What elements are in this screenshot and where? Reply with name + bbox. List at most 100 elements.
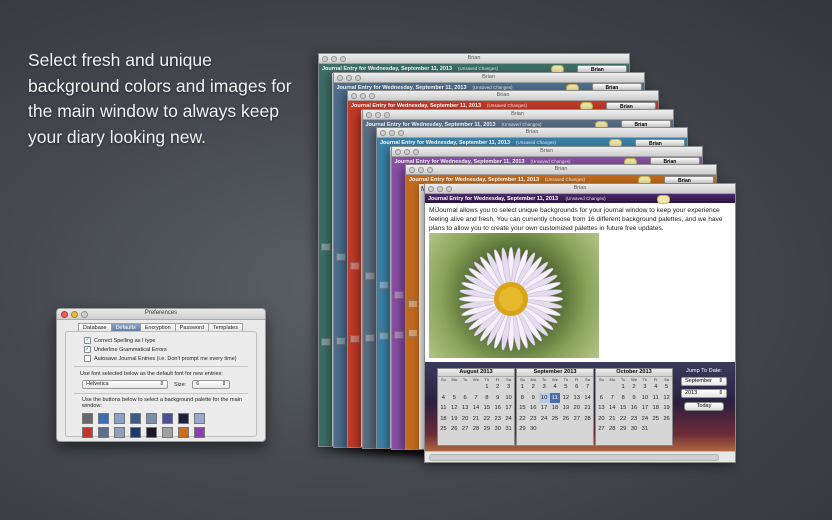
calendar-day[interactable]: 1	[481, 382, 492, 393]
sidebar-button[interactable]	[393, 330, 404, 339]
calendar-day[interactable]: 30	[492, 424, 503, 435]
calendar-august[interactable]: August 2013 Su Mo Tu We Th Fr Sa 1 2 3 4 5 6 7 8 9 10 11…	[437, 368, 515, 446]
calendar-day[interactable]: 7	[582, 382, 593, 393]
calendar-day[interactable]: 10	[639, 393, 650, 404]
jump-year-select[interactable]: 2013 ⇕	[681, 389, 727, 398]
calendar-day[interactable]: 11	[549, 392, 561, 403]
calendar-day[interactable]: 26	[661, 414, 672, 425]
palette-swatch[interactable]	[98, 413, 109, 424]
sidebar-button[interactable]	[408, 329, 418, 337]
calendar-day[interactable]: 22	[481, 414, 492, 425]
calendar-day[interactable]: 18	[650, 403, 661, 414]
palette-swatch[interactable]	[162, 427, 173, 438]
calendar-day[interactable]: 17	[503, 403, 514, 414]
palette-swatch[interactable]	[82, 413, 93, 424]
calendar-day[interactable]: 29	[618, 424, 629, 435]
calendar-day[interactable]: 2	[629, 382, 640, 393]
calendar-day[interactable]: 25	[438, 424, 449, 435]
sidebar-button[interactable]	[364, 271, 375, 280]
calendar-october[interactable]: October 2013 Su Mo Tu We Th Fr Sa 1 2 3 4 5 6 7 8 9 10 1…	[595, 368, 673, 446]
calendar-day[interactable]: 4	[650, 382, 661, 393]
calendar-day[interactable]: 31	[639, 424, 650, 435]
calendar-day[interactable]: 4	[438, 393, 449, 404]
calendar-day[interactable]: 19	[560, 403, 571, 414]
calendar-day[interactable]: 12	[560, 393, 571, 404]
calendar-day[interactable]: 6	[596, 393, 607, 404]
spelling-checkbox-row[interactable]: ✓ Correct Spelling as I type	[84, 337, 256, 344]
palette-swatch[interactable]	[82, 427, 93, 438]
sidebar-button[interactable]	[408, 300, 418, 308]
palette-swatch[interactable]	[146, 427, 157, 438]
calendar-day[interactable]: 28	[607, 424, 618, 435]
sidebar-button[interactable]	[321, 243, 331, 251]
calendar-day[interactable]: 16	[629, 403, 640, 414]
calendar-day[interactable]: 11	[650, 393, 661, 404]
calendar-day[interactable]: 5	[661, 382, 672, 393]
calendar-day[interactable]: 6	[460, 393, 471, 404]
calendar-day[interactable]: 18	[550, 403, 561, 414]
calendar-day[interactable]: 9	[629, 393, 640, 404]
calendar-day[interactable]: 16	[528, 403, 539, 414]
jump-month-select[interactable]: September ⇕	[681, 377, 727, 386]
calendar-day[interactable]: 21	[471, 414, 482, 425]
calendar-day[interactable]: 22	[517, 414, 528, 425]
palette-swatch[interactable]	[162, 413, 173, 424]
calendar-day[interactable]: 14	[471, 403, 482, 414]
calendar-day[interactable]: 29	[481, 424, 492, 435]
calendar-day[interactable]: 6	[571, 382, 582, 393]
calendar-day[interactable]: 7	[471, 393, 482, 404]
calendar-day[interactable]: 17	[539, 403, 550, 414]
calendar-day[interactable]: 8	[481, 393, 492, 404]
palette-swatch[interactable]	[114, 427, 125, 438]
today-button[interactable]: Today	[684, 402, 724, 411]
calendar-day[interactable]: 31	[503, 424, 514, 435]
sidebar-button[interactable]	[350, 335, 360, 343]
size-select[interactable]: 6 ⇕	[192, 380, 231, 389]
calendar-day[interactable]: 15	[517, 403, 528, 414]
palette-swatch[interactable]	[194, 427, 205, 438]
calendar-day[interactable]: 21	[607, 414, 618, 425]
calendar-day[interactable]: 27	[571, 414, 582, 425]
calendar-day[interactable]: 15	[481, 403, 492, 414]
sidebar-button[interactable]	[335, 336, 346, 345]
calendar-day[interactable]: 12	[449, 403, 460, 414]
horizontal-scrollbar[interactable]	[425, 451, 735, 462]
calendar-day[interactable]: 12	[661, 393, 672, 404]
calendar-day[interactable]: 29	[517, 424, 528, 435]
sidebar-button[interactable]	[350, 262, 360, 270]
calendar-day[interactable]: 23	[528, 414, 539, 425]
calendar-day[interactable]: 28	[471, 424, 482, 435]
calendar-day[interactable]: 10	[503, 393, 514, 404]
calendar-day[interactable]: 2	[492, 382, 503, 393]
calendar-day[interactable]: 3	[503, 382, 514, 393]
calendar-day[interactable]: 26	[560, 414, 571, 425]
calendar-day[interactable]: 8	[618, 393, 629, 404]
calendar-day[interactable]: 23	[629, 414, 640, 425]
sidebar-button[interactable]	[321, 338, 331, 346]
calendar-day[interactable]: 28	[582, 414, 593, 425]
calendar-day[interactable]: 19	[661, 403, 672, 414]
calendar-day[interactable]: 21	[582, 403, 593, 414]
palette-swatch[interactable]	[146, 413, 157, 424]
calendar-day[interactable]: 8	[517, 393, 528, 404]
calendar-day[interactable]: 23	[492, 414, 503, 425]
calendar-day[interactable]: 18	[438, 414, 449, 425]
calendar-day[interactable]: 9	[528, 393, 539, 404]
palette-swatch[interactable]	[130, 427, 141, 438]
autosave-checkbox-row[interactable]: Autosave Journal Entries (i.e. Don't pro…	[84, 355, 256, 362]
entry-body[interactable]: MiJournal allows you to select unique ba…	[429, 206, 729, 233]
calendar-day[interactable]: 14	[607, 403, 618, 414]
grammar-checkbox-row[interactable]: ✓ Underline Grammatical Errors	[84, 346, 256, 353]
sidebar-button[interactable]	[364, 333, 375, 342]
sidebar-button[interactable]	[335, 252, 346, 261]
calendar-day[interactable]: 14	[582, 393, 593, 404]
calendar-day[interactable]: 20	[571, 403, 582, 414]
calendar-day[interactable]: 25	[550, 414, 561, 425]
calendar-day[interactable]: 20	[460, 414, 471, 425]
font-select[interactable]: Helvetica ⇕	[82, 380, 168, 389]
calendar-day[interactable]: 24	[639, 414, 650, 425]
grammar-checkbox[interactable]: ✓	[84, 346, 91, 353]
calendar-day[interactable]: 24	[539, 414, 550, 425]
calendar-day[interactable]: 19	[449, 414, 460, 425]
spelling-checkbox[interactable]: ✓	[84, 337, 91, 344]
